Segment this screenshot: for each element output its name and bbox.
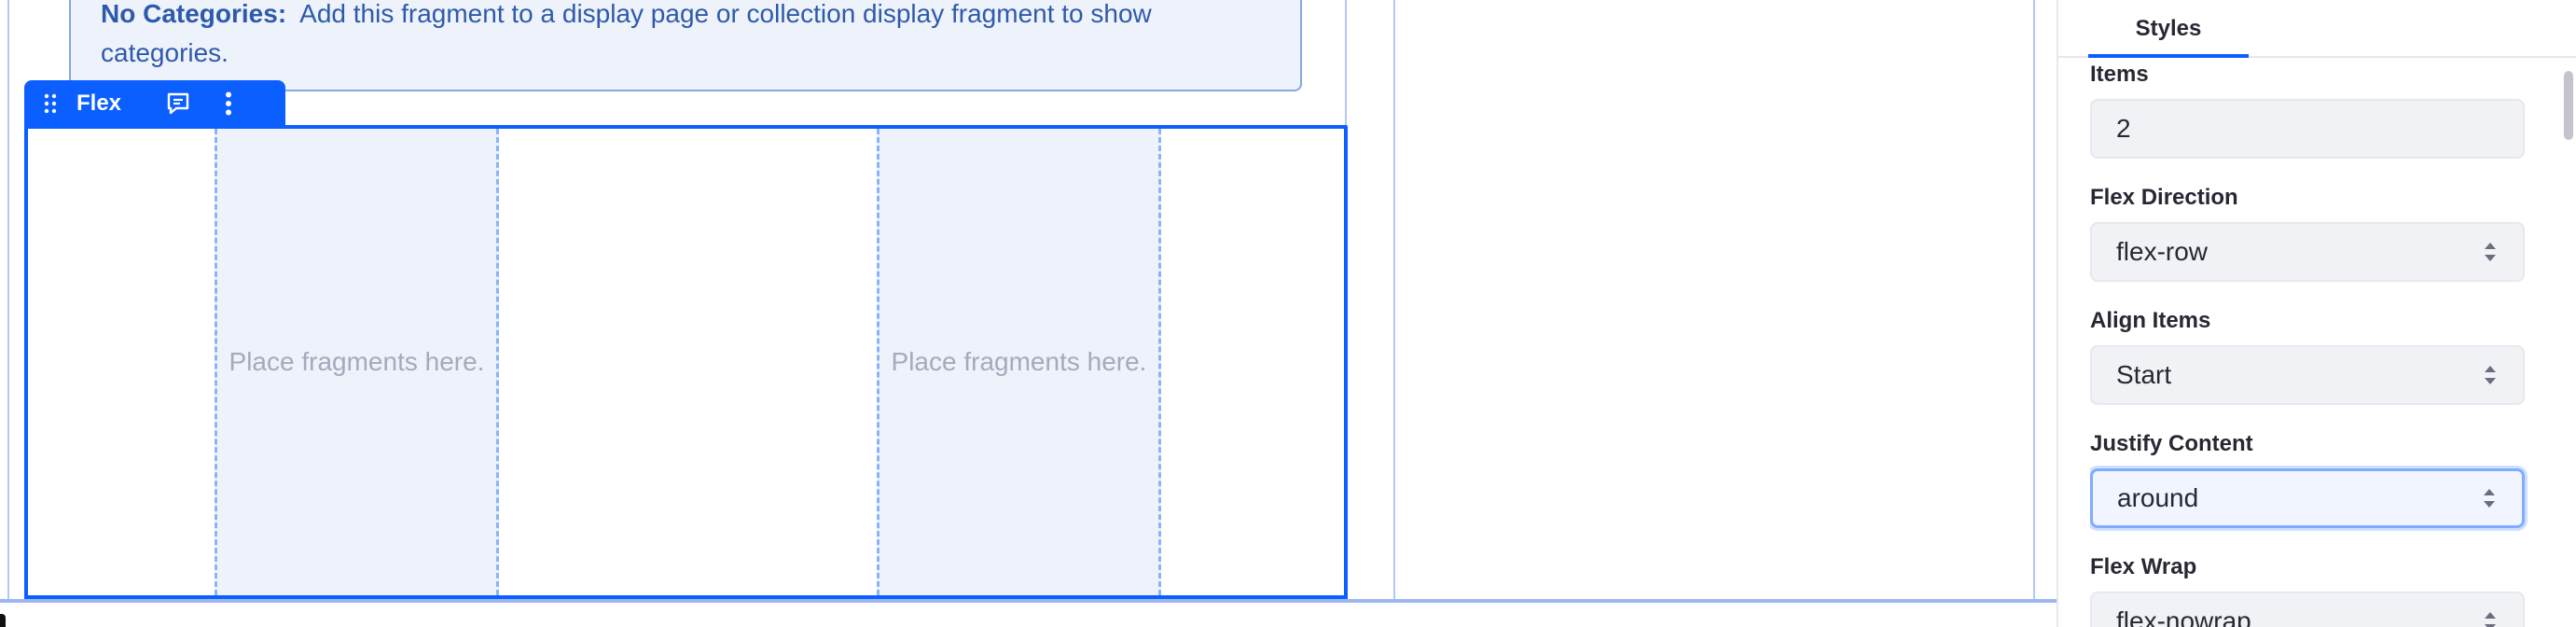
column-guide (1393, 0, 1395, 599)
fragment-name: Flex (76, 91, 122, 116)
flex-direction-label: Flex Direction (2090, 185, 2238, 210)
fragment-drop-zone[interactable]: Place fragments here. (215, 129, 499, 595)
justify-content-select[interactable]: around (2090, 468, 2525, 528)
comment-icon[interactable] (153, 80, 203, 127)
vertical-ellipsis-icon[interactable] (203, 80, 254, 127)
flex-container[interactable]: Place fragments here. Place fragments he… (24, 125, 1348, 599)
scrollbar-thumb[interactable] (2564, 71, 2573, 140)
sidebar-scrollbar[interactable] (2562, 63, 2575, 627)
no-categories-alert: No Categories: Add this fragment to a dis… (69, 0, 1302, 91)
align-items-select[interactable]: Start (2090, 345, 2525, 405)
page-editor-canvas: No Categories: Add this fragment to a dis… (0, 0, 2057, 603)
flex-direction-value: flex-row (2116, 237, 2209, 266)
alert-title: No Categories: (101, 0, 287, 28)
items-label: Items (2090, 62, 2149, 87)
column-guide (2033, 0, 2035, 599)
styles-panel: Items 2 Flex Direction flex-row Align It… (2090, 58, 2528, 627)
flex-wrap-value: flex-nowrap (2116, 606, 2251, 627)
justify-content-label: Justify Content (2090, 431, 2253, 456)
flex-direction-select[interactable]: flex-row (2090, 222, 2525, 282)
caret-double-icon (2484, 489, 2495, 508)
align-items-value: Start (2116, 360, 2172, 389)
caret-double-icon (2485, 243, 2496, 261)
items-input[interactable]: 2 (2090, 99, 2525, 159)
fragment-drop-zone[interactable]: Place fragments here. (877, 129, 1161, 595)
drop-zone-text: Place fragments here. (891, 347, 1147, 376)
drag-handle-icon[interactable] (24, 80, 76, 127)
sidebar-tab-bar: Styles (2058, 0, 2576, 58)
configuration-sidebar: Styles Items 2 Flex Direction flex-row A… (2057, 0, 2576, 627)
align-items-label: Align Items (2090, 308, 2211, 333)
canvas-footer-area (0, 603, 2057, 627)
caret-double-icon (2485, 612, 2496, 627)
tab-styles[interactable]: Styles (2088, 0, 2249, 58)
caret-double-icon (2485, 366, 2496, 384)
window-corner (0, 614, 6, 627)
justify-content-value: around (2117, 483, 2199, 512)
flex-wrap-label: Flex Wrap (2090, 554, 2197, 579)
drop-zone-text: Place fragments here. (229, 347, 485, 376)
flex-fragment-toolbar[interactable]: Flex (24, 80, 285, 127)
flex-wrap-select[interactable]: flex-nowrap (2090, 592, 2525, 627)
